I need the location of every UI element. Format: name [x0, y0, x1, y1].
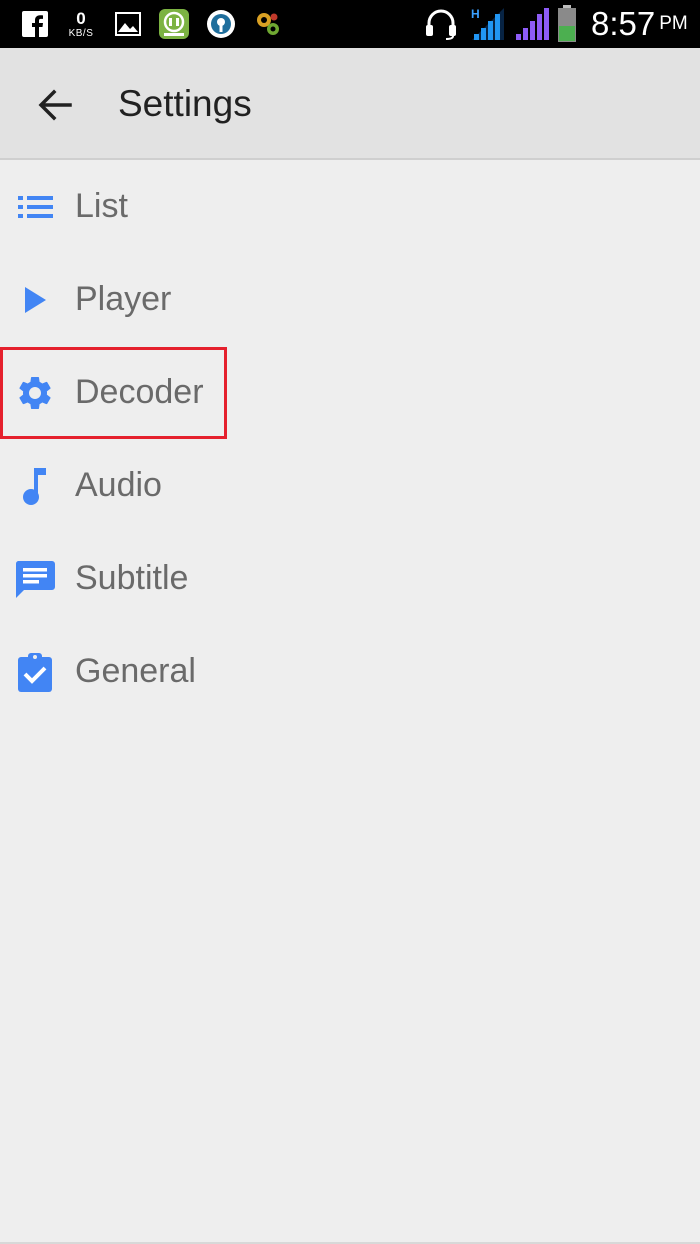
menu-item-label: Decoder — [75, 373, 204, 411]
play-icon — [14, 279, 56, 321]
menu-item-label: Player — [75, 280, 172, 318]
network-speed-unit: KB/S — [68, 27, 94, 39]
signal-icon — [514, 0, 550, 48]
signal-h-icon: H — [470, 0, 506, 48]
clock: 8:57 PM — [591, 0, 688, 48]
app-bar: Settings — [0, 48, 700, 160]
menu-item-player[interactable]: Player — [0, 253, 700, 346]
menu-item-decoder[interactable]: Decoder — [0, 346, 700, 439]
back-button[interactable] — [28, 78, 82, 132]
network-speed-value: 0 — [76, 8, 86, 28]
menu-item-general[interactable]: General — [0, 625, 700, 718]
facebook-icon — [22, 0, 48, 48]
clock-time: 8:57 — [591, 5, 656, 42]
menu-item-label: Audio — [75, 466, 162, 504]
svg-text:H: H — [471, 7, 480, 21]
subtitle-message-icon — [14, 558, 56, 600]
network-speed: 0 KB/S — [64, 0, 98, 48]
battery-icon — [557, 0, 577, 48]
clipboard-check-icon — [14, 651, 56, 693]
list-icon — [14, 186, 56, 228]
menu-item-label: List — [75, 187, 128, 225]
page-title: Settings — [118, 83, 252, 124]
menu-item-subtitle[interactable]: Subtitle — [0, 532, 700, 625]
philips-app-icon — [158, 0, 190, 48]
gear-icon — [14, 372, 56, 414]
image-icon — [115, 0, 141, 48]
vpn-icon — [206, 0, 236, 48]
music-note-icon — [14, 465, 56, 507]
clock-ampm: PM — [659, 13, 688, 34]
status-bar: 0 KB/S H 8:57 PM — [0, 0, 700, 48]
menu-item-label: General — [75, 652, 196, 690]
menu-item-label: Subtitle — [75, 559, 189, 597]
menu-item-audio[interactable]: Audio — [0, 439, 700, 532]
arrow-back-icon — [38, 89, 72, 121]
headset-icon — [424, 0, 458, 48]
menu-item-list[interactable]: List — [0, 160, 700, 253]
gear-app-icon — [254, 0, 282, 48]
